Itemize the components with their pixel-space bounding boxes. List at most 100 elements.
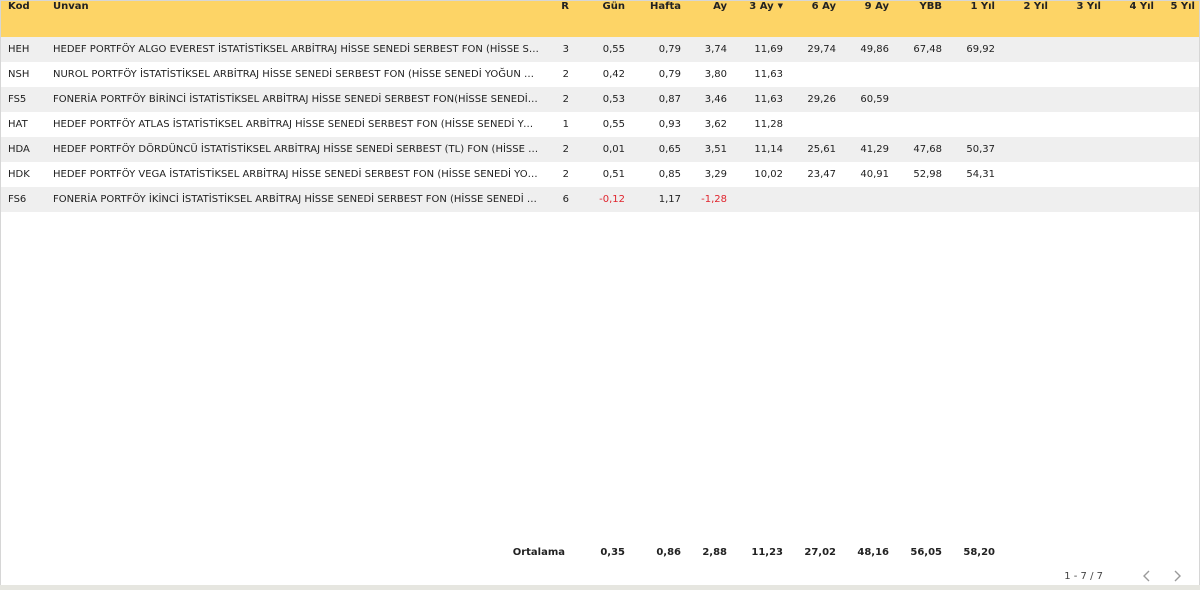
cell-ay: 3,51 [704, 144, 727, 155]
cell-hafta: 0,93 [658, 119, 681, 130]
cell-r: 1 [562, 119, 569, 130]
cell-ybb [893, 87, 946, 112]
cell-6-ay [787, 112, 840, 137]
cell-ybb: 52,98 [913, 169, 942, 180]
cell-ay: 3,74 [704, 44, 727, 55]
pagination: 1 - 7 / 7 [1064, 567, 1185, 585]
cell-2-yil [999, 162, 1052, 187]
cell-9-ay [840, 187, 893, 212]
column-header-label: 6 Ay [811, 1, 836, 12]
cell-6-ay: 29,26 [807, 94, 836, 105]
column-header-3-yil[interactable]: 3 Yıl [1052, 1, 1105, 37]
chevron-left-icon [1143, 570, 1150, 582]
cell-hafta: 0,79 [658, 44, 681, 55]
cell-ay: -1,28 [701, 194, 727, 205]
column-header-unvan[interactable]: Ünvan [49, 1, 543, 37]
cell-4-yil [1105, 62, 1158, 87]
cell-gun: 0,55 [602, 44, 625, 55]
fund-code-cell[interactable]: HDK [1, 162, 49, 187]
table-row[interactable]: FS5 FONERİA PORTFÖY BİRİNCİ İSTATİSTİKSEL… [1, 87, 1199, 112]
fund-name-cell: FONERİA PORTFÖY İKİNCİ İSTATİSTİKSEL ARB… [53, 194, 543, 205]
cell-5-yil [1158, 162, 1199, 187]
bottom-strip [0, 585, 1200, 590]
cell-4-yil [1105, 137, 1158, 162]
cell-gun: 0,51 [602, 169, 625, 180]
cell-3-ay [731, 187, 787, 212]
fund-name-cell: FONERİA PORTFÖY BİRİNCİ İSTATİSTİKSEL AR… [53, 94, 543, 105]
cell-4-yil [1105, 112, 1158, 137]
cell-9-ay: 40,91 [860, 169, 889, 180]
cell-4-yil [1105, 162, 1158, 187]
cell-r: 2 [562, 169, 569, 180]
fund-code-cell[interactable]: HDA [1, 137, 49, 162]
column-header-2-yil[interactable]: 2 Yıl [999, 1, 1052, 37]
cell-5-yil [1158, 137, 1199, 162]
previous-page-button[interactable] [1139, 568, 1155, 584]
column-header-label: Ünvan [53, 1, 89, 12]
cell-1-yil: 54,31 [966, 169, 995, 180]
column-header-ay[interactable]: Ay [685, 1, 731, 37]
table-header-row: Kod Ünvan R Gün Hafta Ay 3 Ay ▼ 6 Ay 9 Ay YBB 1 Yıl… [1, 1, 1199, 37]
cell-9-ay [840, 112, 893, 137]
cell-3-yil [1052, 87, 1105, 112]
cell-6-ay [787, 62, 840, 87]
average-9-ay: 48,16 [857, 547, 889, 558]
cell-ay: 3,62 [704, 119, 727, 130]
cell-3-ay: 11,63 [754, 94, 783, 105]
cell-9-ay [840, 62, 893, 87]
column-header-hafta[interactable]: Hafta [629, 1, 685, 37]
cell-3-yil [1052, 37, 1105, 62]
cell-ay: 3,80 [704, 69, 727, 80]
table-row[interactable]: HEH HEDEF PORTFÖY ALGO EVEREST İSTATİSTİK… [1, 37, 1199, 62]
cell-gun: 0,01 [602, 144, 625, 155]
fund-name-cell: HEDEF PORTFÖY ALGO EVEREST İSTATİSTİKSEL… [53, 44, 543, 55]
column-header-label: 5 Yıl [1170, 1, 1195, 12]
cell-6-ay: 29,74 [807, 44, 836, 55]
average-6-ay: 27,02 [804, 547, 836, 558]
cell-4-yil [1105, 37, 1158, 62]
column-header-label: 3 Ay [749, 1, 774, 12]
column-header-ybb[interactable]: YBB [893, 1, 946, 37]
cell-9-ay: 41,29 [860, 144, 889, 155]
cell-3-yil [1052, 187, 1105, 212]
column-header-label: YBB [919, 1, 943, 12]
cell-hafta: 0,85 [658, 169, 681, 180]
table-row[interactable]: HAT HEDEF PORTFÖY ATLAS İSTATİSTİKSEL ARB… [1, 112, 1199, 137]
cell-1-yil: 50,37 [966, 144, 995, 155]
cell-gun: 0,42 [602, 69, 625, 80]
table-row[interactable]: NSH NUROL PORTFÖY İSTATİSTİKSEL ARBİTRAJ … [1, 62, 1199, 87]
cell-r: 2 [562, 144, 569, 155]
column-header-label: Hafta [650, 1, 681, 12]
column-header-4-yil[interactable]: 4 Yıl [1105, 1, 1158, 37]
table-row[interactable]: FS6 FONERİA PORTFÖY İKİNCİ İSTATİSTİKSEL … [1, 187, 1199, 212]
cell-ybb [893, 112, 946, 137]
average-label: Ortalama [512, 547, 565, 558]
column-header-6-ay[interactable]: 6 Ay [787, 1, 840, 37]
table-row[interactable]: HDK HEDEF PORTFÖY VEGA İSTATİSTİKSEL ARBİ… [1, 162, 1199, 187]
cell-hafta: 0,79 [658, 69, 681, 80]
column-header-1-yil[interactable]: 1 Yıl [946, 1, 999, 37]
cell-9-ay: 60,59 [860, 94, 889, 105]
column-header-kod[interactable]: Kod [1, 1, 49, 37]
fund-code-cell[interactable]: FS5 [1, 87, 49, 112]
cell-2-yil [999, 62, 1052, 87]
cell-gun: 0,53 [602, 94, 625, 105]
column-header-9-ay[interactable]: 9 Ay [840, 1, 893, 37]
column-header-label: Ay [713, 1, 727, 12]
next-page-button[interactable] [1169, 568, 1185, 584]
column-header-3-ay[interactable]: 3 Ay ▼ [731, 1, 787, 37]
cell-5-yil [1158, 62, 1199, 87]
average-1-yil: 58,20 [963, 547, 995, 558]
column-header-5-yil[interactable]: 5 Yıl [1158, 1, 1199, 37]
fund-code-cell[interactable]: HEH [1, 37, 49, 62]
cell-3-ay: 11,63 [754, 69, 783, 80]
column-header-r[interactable]: R [543, 1, 573, 37]
column-header-gun[interactable]: Gün [573, 1, 629, 37]
fund-code-cell[interactable]: HAT [1, 112, 49, 137]
fund-code-cell[interactable]: FS6 [1, 187, 49, 212]
cell-ybb [893, 62, 946, 87]
table-row[interactable]: HDA HEDEF PORTFÖY DÖRDÜNCÜ İSTATİSTİKSEL … [1, 137, 1199, 162]
cell-r: 3 [562, 44, 569, 55]
fund-code-cell[interactable]: NSH [1, 62, 49, 87]
fund-table-panel: Kod Ünvan R Gün Hafta Ay 3 Ay ▼ 6 Ay 9 Ay YBB 1 Yıl… [0, 0, 1200, 586]
